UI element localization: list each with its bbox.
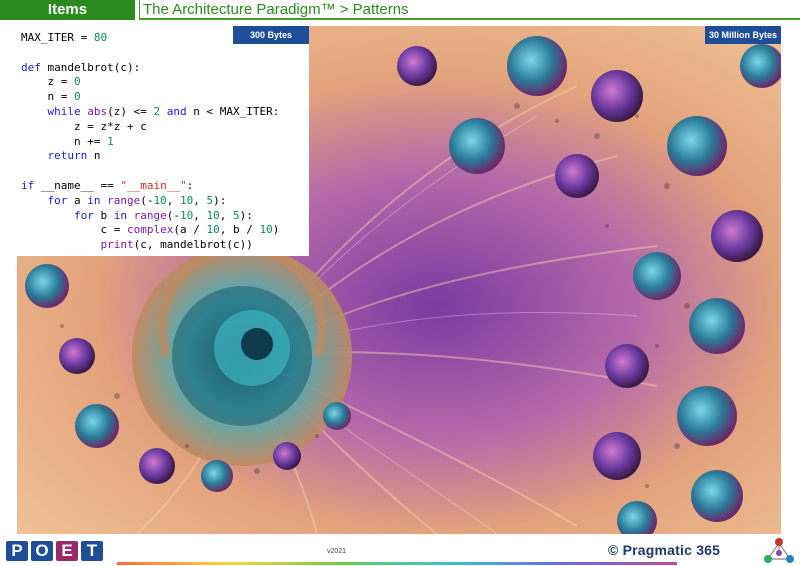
code-line: while abs(z) <= 2 and n < MAX_ITER:: [47, 104, 280, 118]
poet-letter-t: T: [81, 541, 103, 561]
code-listing: MAX_ITER = 80 def mandelbrot(c): z = 0 n…: [21, 31, 279, 253]
code-line: c = complex(a / 10, b / 10): [21, 223, 280, 237]
section-label: Items: [0, 0, 135, 20]
poet-letter-p: P: [6, 541, 28, 561]
poet-letter-e: E: [56, 541, 78, 561]
code-line: print(c, mandelbrot(c)): [100, 238, 253, 252]
code-line: for a in range(-10, 10, 5):: [47, 193, 227, 207]
code-line: return n: [47, 149, 101, 163]
poet-logo: P O E T: [6, 541, 103, 561]
code-line: def mandelbrot(c):: [21, 60, 141, 74]
code-line: if __name__ == "__main__":: [21, 178, 194, 192]
code-line: for b in range(-10, 10, 5):: [73, 208, 253, 222]
version-label: v2021: [327, 548, 347, 555]
breadcrumb: The Architecture Paradigm™ > Patterns: [139, 0, 800, 20]
code-line: n += 1: [21, 134, 114, 148]
code-size-badge: 300 Bytes: [233, 26, 309, 44]
molecule-icon: [764, 538, 794, 563]
code-line: z = 0: [21, 75, 81, 89]
code-line: MAX_ITER = 80: [21, 31, 108, 44]
poet-letter-o: O: [31, 541, 53, 561]
image-size-badge: 30 Million Bytes: [705, 26, 781, 44]
code-line: n = 0: [21, 90, 81, 104]
rainbow-divider: [117, 562, 677, 565]
code-panel: MAX_ITER = 80 def mandelbrot(c): z = 0 n…: [17, 26, 309, 256]
brand-label: © Pragmatic 365: [608, 542, 721, 558]
code-line: z = z*z + c: [21, 119, 147, 133]
